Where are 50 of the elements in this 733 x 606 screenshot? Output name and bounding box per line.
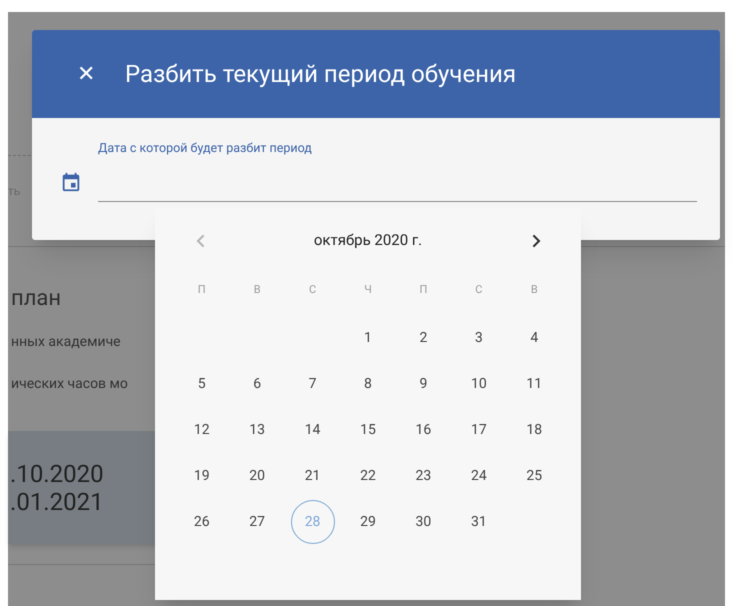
- close-button[interactable]: ✕: [72, 60, 100, 88]
- field-label: Дата с которой будет разбит период: [98, 140, 312, 158]
- weekday-label: С: [308, 282, 316, 298]
- day-button[interactable]: 16: [401, 408, 446, 452]
- period-date: .10.2020: [10, 460, 104, 488]
- day-button[interactable]: 9: [401, 362, 446, 406]
- day-button[interactable]: 13: [235, 408, 280, 452]
- day-button[interactable]: 8: [346, 362, 390, 406]
- day-button[interactable]: 18: [512, 408, 556, 452]
- calendar-icon[interactable]: [60, 171, 82, 193]
- day-button[interactable]: 31: [456, 500, 501, 544]
- day-button[interactable]: 17: [456, 408, 501, 452]
- day-button[interactable]: 14: [290, 408, 335, 452]
- day-button[interactable]: 23: [401, 454, 446, 498]
- weekday-label: Ч: [364, 282, 372, 298]
- weekday-label: В: [530, 282, 538, 298]
- day-button[interactable]: 3: [456, 316, 501, 360]
- description-text: нных академиче: [11, 333, 121, 351]
- dialog-title: Разбить текущий период обучения: [125, 59, 516, 90]
- day-button[interactable]: 19: [180, 454, 224, 498]
- section-heading: план: [11, 285, 62, 313]
- weekday-label: В: [254, 282, 261, 298]
- day-button[interactable]: 29: [346, 500, 390, 544]
- day-button[interactable]: 2: [401, 316, 446, 360]
- period-date: .01.2021: [10, 488, 104, 516]
- day-button[interactable]: 4: [512, 316, 556, 360]
- weekday-label: С: [475, 282, 482, 298]
- day-button[interactable]: 15: [346, 408, 390, 452]
- day-button[interactable]: 30: [401, 500, 446, 544]
- day-button[interactable]: 12: [180, 408, 224, 452]
- day-button[interactable]: 1: [346, 316, 390, 360]
- day-button[interactable]: 20: [235, 454, 280, 498]
- day-button[interactable]: 21: [290, 454, 335, 498]
- description-text: ических часов мо: [11, 375, 128, 393]
- day-button[interactable]: 5: [180, 362, 224, 406]
- day-button[interactable]: 7: [290, 362, 335, 406]
- weekday-label: П: [419, 282, 428, 298]
- date-field[interactable]: Дата с которой будет разбит период: [98, 142, 697, 202]
- day-button[interactable]: 11: [512, 362, 556, 406]
- day-button[interactable]: 10: [456, 362, 501, 406]
- chevron-left-icon: [196, 234, 204, 248]
- day-button[interactable]: 26: [180, 500, 224, 544]
- day-button[interactable]: 24: [456, 454, 501, 498]
- day-button[interactable]: 27: [235, 500, 280, 544]
- day-button[interactable]: 25: [512, 454, 556, 498]
- chevron-right-icon: [532, 234, 540, 248]
- day-button[interactable]: 6: [235, 362, 280, 406]
- day-button[interactable]: 22: [346, 454, 390, 498]
- month-title: октябрь 2020 г.: [314, 230, 422, 252]
- weekday-label: П: [198, 282, 206, 298]
